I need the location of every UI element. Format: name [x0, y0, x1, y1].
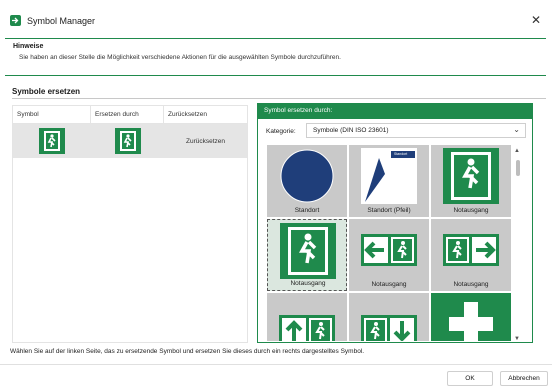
- cancel-button[interactable]: Abbrechen: [500, 371, 548, 386]
- symbol-tile[interactable]: [267, 293, 347, 341]
- symbol-tile[interactable]: Notausgang: [349, 219, 429, 291]
- standort-arrow-icon: Standort: [361, 148, 417, 204]
- emergency-exit-left-icon: [361, 222, 417, 278]
- symbol-grid: Standort Standort Standort (Pfeil) Notau…: [267, 145, 512, 341]
- table-header: Symbol Ersetzen durch Zurücksetzen: [13, 106, 247, 124]
- scroll-down-icon[interactable]: ▼: [514, 336, 520, 342]
- close-icon[interactable]: ✕: [528, 12, 544, 28]
- emergency-exit-icon: [39, 128, 65, 154]
- symbol-tile[interactable]: Standort Standort (Pfeil): [349, 145, 429, 217]
- tile-label: Standort (Pfeil): [367, 207, 411, 214]
- symbol-tile[interactable]: Notausgang: [431, 219, 511, 291]
- replace-panel-header: Symbol ersetzen durch:: [258, 104, 532, 119]
- replace-panel: Symbol ersetzen durch: Kategorie: Symbol…: [257, 103, 533, 343]
- category-select[interactable]: Symbole (DIN ISO 23601) ⌄: [306, 123, 526, 138]
- section-divider: [12, 98, 546, 99]
- ok-button[interactable]: OK: [447, 371, 493, 386]
- chevron-down-icon: ⌄: [513, 125, 520, 134]
- emergency-exit-up-icon: [279, 303, 335, 341]
- app-icon: [10, 15, 21, 26]
- standort-badge: Standort: [394, 152, 408, 156]
- tile-label: Notausgang: [290, 280, 326, 287]
- emergency-exit-right-icon: [443, 222, 499, 278]
- category-value: Symbole (DIN ISO 23601): [313, 127, 389, 134]
- window-title: Symbol Manager: [27, 16, 96, 26]
- symbol-tile[interactable]: Notausgang: [431, 145, 511, 217]
- symbol-tile-selected[interactable]: Notausgang: [267, 219, 347, 291]
- symbol-cell: [13, 124, 91, 158]
- symbol-tile[interactable]: [431, 293, 511, 341]
- scroll-up-icon[interactable]: ▲: [514, 148, 520, 154]
- standort-icon: [279, 148, 335, 204]
- column-header-symbol[interactable]: Symbol: [13, 106, 91, 123]
- symbol-replace-table: Symbol Ersetzen durch Zurücksetzen Zurüc…: [12, 105, 248, 343]
- emergency-exit-icon: [114, 128, 141, 154]
- footer-divider: [0, 364, 552, 365]
- tile-label: Notausgang: [371, 281, 407, 288]
- emergency-exit-icon: [443, 148, 499, 204]
- table-row[interactable]: Zurücksetzen: [13, 124, 247, 158]
- tile-label: Standort: [294, 207, 320, 214]
- symbol-tile[interactable]: [349, 293, 429, 341]
- first-aid-icon: [443, 296, 499, 341]
- column-header-replace[interactable]: Ersetzen durch: [91, 106, 164, 123]
- replace-cell[interactable]: [91, 124, 164, 158]
- column-header-reset[interactable]: Zurücksetzen: [164, 106, 247, 123]
- hinweise-box: Hinweise Sie haben an dieser Stelle die …: [5, 38, 546, 76]
- tile-label: Notausgang: [453, 281, 489, 288]
- hinweise-text: Sie haben an dieser Stelle die Möglichke…: [19, 54, 341, 61]
- reset-link[interactable]: Zurücksetzen: [164, 124, 247, 158]
- emergency-exit-icon: [280, 223, 336, 279]
- scroll-thumb[interactable]: [516, 160, 520, 176]
- grid-scrollbar[interactable]: ▲ ▼: [514, 148, 522, 342]
- hinweise-title: Hinweise: [13, 43, 44, 50]
- title-bar: Symbol Manager ✕: [0, 0, 552, 40]
- section-title: Symbole ersetzen: [12, 87, 81, 96]
- category-label: Kategorie:: [266, 128, 296, 135]
- emergency-exit-down-icon: [361, 303, 417, 341]
- symbol-tile[interactable]: Standort: [267, 145, 347, 217]
- tile-label: Notausgang: [453, 207, 489, 214]
- footer-hint: Wählen Sie auf der linken Seite, das zu …: [10, 348, 365, 355]
